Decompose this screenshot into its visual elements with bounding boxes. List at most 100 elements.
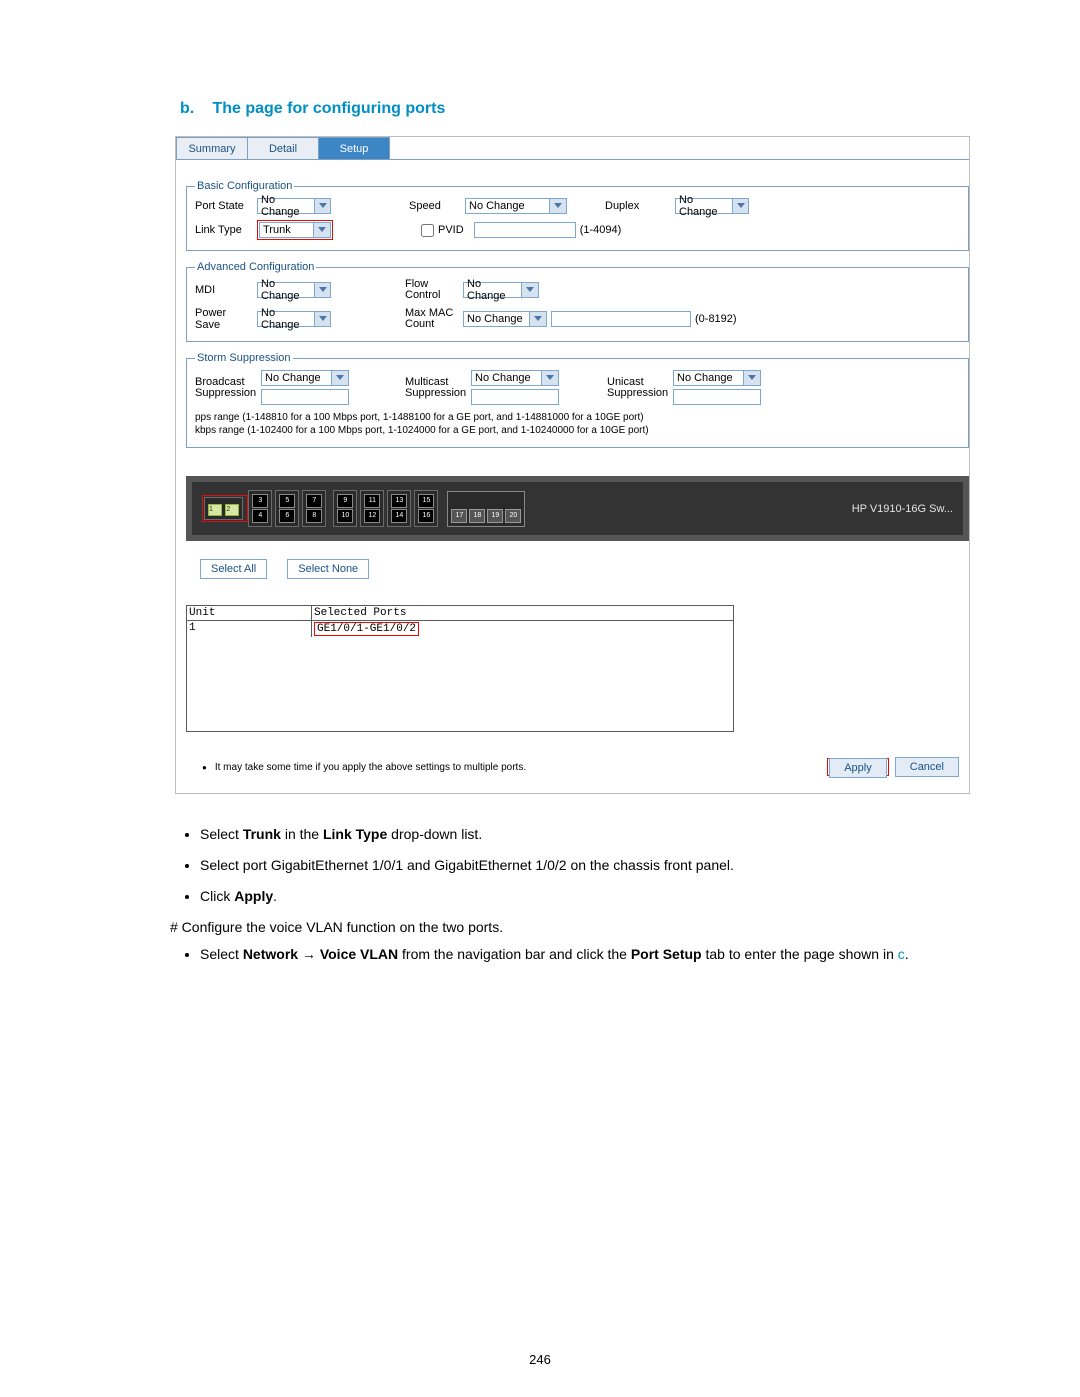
ui-screenshot: Summary Detail Setup Basic Configuration… <box>175 136 970 794</box>
chevron-down-icon <box>314 283 330 297</box>
power-label: Power Save <box>195 307 257 331</box>
mac-input[interactable] <box>551 311 691 327</box>
duplex-label: Duplex <box>605 200 649 212</box>
port-7[interactable]: 7 <box>306 494 322 508</box>
multicast-label: Multicast Suppression <box>405 377 471 399</box>
pvid-checkbox[interactable]: PVID <box>421 224 464 237</box>
chevron-down-icon <box>541 371 558 385</box>
apply-highlight: Apply <box>827 758 889 776</box>
port-12[interactable]: 12 <box>364 509 380 523</box>
port-13[interactable]: 13 <box>391 494 407 508</box>
port-state-label: Port State <box>195 200 257 212</box>
unit-value: 1 <box>187 621 312 637</box>
broadcast-input[interactable] <box>261 389 349 405</box>
selected-ports-header: Selected Ports <box>312 606 733 620</box>
selected-ports-cell: GE1/0/1-GE1/0/2 <box>312 621 733 637</box>
chassis-model: HP V1910-16G Sw... <box>852 503 953 515</box>
chevron-down-icon <box>529 312 546 326</box>
port-5[interactable]: 5 <box>279 494 295 508</box>
section-heading: b. The page for configuring ports <box>180 100 970 118</box>
flow-label: Flow Control <box>405 279 459 301</box>
select-all-button[interactable]: Select All <box>200 559 267 579</box>
chevron-down-icon <box>314 312 330 326</box>
chevron-down-icon <box>549 199 566 213</box>
apply-warning: It may take some time if you apply the a… <box>215 762 526 773</box>
port-14[interactable]: 14 <box>391 509 407 523</box>
unicast-label: Unicast Suppression <box>607 377 673 399</box>
basic-config-fieldset: Basic Configuration Port State No Change… <box>186 180 969 251</box>
broadcast-select[interactable]: No Change <box>261 370 349 386</box>
mac-hint: (0-8192) <box>695 313 741 325</box>
mac-label: Max MAC Count <box>405 308 459 330</box>
instruction-step-4: Select Network → Voice VLAN from the nav… <box>200 944 970 965</box>
speed-label: Speed <box>409 200 453 212</box>
port-20[interactable]: 20 <box>505 509 521 523</box>
port-9[interactable]: 9 <box>337 494 353 508</box>
chassis-panel: 1 2 34 56 78 <box>186 476 969 541</box>
instruction-step-1: Select Trunk in the Link Type drop-down … <box>200 824 970 845</box>
pvid-input[interactable] <box>474 222 576 238</box>
vlan-config-text: # Configure the voice VLAN function on t… <box>170 917 970 938</box>
port-1[interactable]: 1 <box>208 504 222 516</box>
pvid-checkbox-input[interactable] <box>421 224 434 237</box>
unicast-input[interactable] <box>673 389 761 405</box>
port-state-select[interactable]: No Change <box>257 198 331 214</box>
page-number: 246 <box>529 1352 551 1367</box>
flow-select[interactable]: No Change <box>463 282 539 298</box>
chevron-down-icon <box>732 199 748 213</box>
port-15[interactable]: 15 <box>418 494 434 508</box>
mdi-label: MDI <box>195 284 257 296</box>
apply-button[interactable]: Apply <box>829 758 887 778</box>
chevron-down-icon <box>313 223 330 237</box>
selected-ports-value: GE1/0/1-GE1/0/2 <box>314 622 419 636</box>
instruction-step-3: Click Apply. <box>200 886 970 907</box>
selected-ports-highlight: 1 2 <box>202 495 248 522</box>
heading-letter: b. <box>180 100 208 118</box>
port-18[interactable]: 18 <box>469 509 485 523</box>
port-17[interactable]: 17 <box>451 509 467 523</box>
select-none-button[interactable]: Select None <box>287 559 369 579</box>
storm-info2: kbps range (1-102400 for a 100 Mbps port… <box>195 424 960 437</box>
chevron-down-icon <box>314 199 330 213</box>
port-8[interactable]: 8 <box>306 509 322 523</box>
broadcast-label: Broadcast Suppression <box>195 377 261 399</box>
port-2[interactable]: 2 <box>225 504 239 516</box>
multicast-select[interactable]: No Change <box>471 370 559 386</box>
basic-legend: Basic Configuration <box>195 180 294 192</box>
unicast-select[interactable]: No Change <box>673 370 761 386</box>
advanced-legend: Advanced Configuration <box>195 261 316 273</box>
advanced-config-fieldset: Advanced Configuration MDI No Change Flo… <box>186 261 969 342</box>
storm-fieldset: Storm Suppression Broadcast Suppression … <box>186 352 969 448</box>
chevron-down-icon <box>521 283 538 297</box>
pvid-hint: (1-4094) <box>580 224 626 236</box>
tab-bar: Summary Detail Setup <box>176 137 969 160</box>
port-16[interactable]: 16 <box>418 509 434 523</box>
chevron-down-icon <box>331 371 348 385</box>
storm-legend: Storm Suppression <box>195 352 293 364</box>
multicast-input[interactable] <box>471 389 559 405</box>
link-type-select[interactable]: Trunk <box>259 222 331 238</box>
port-3[interactable]: 3 <box>252 494 268 508</box>
port-19[interactable]: 19 <box>487 509 503 523</box>
power-select[interactable]: No Change <box>257 311 331 327</box>
link-type-label: Link Type <box>195 224 257 236</box>
mdi-select[interactable]: No Change <box>257 282 331 298</box>
storm-info1: pps range (1-148810 for a 100 Mbps port,… <box>195 411 960 424</box>
port-6[interactable]: 6 <box>279 509 295 523</box>
speed-select[interactable]: No Change <box>465 198 567 214</box>
duplex-select[interactable]: No Change <box>675 198 749 214</box>
mac-select[interactable]: No Change <box>463 311 547 327</box>
chevron-down-icon <box>743 371 760 385</box>
heading-text: The page for configuring ports <box>212 100 445 117</box>
instruction-step-2: Select port GigabitEthernet 1/0/1 and Gi… <box>200 855 970 876</box>
tab-detail[interactable]: Detail <box>247 137 319 159</box>
port-10[interactable]: 10 <box>337 509 353 523</box>
tab-setup[interactable]: Setup <box>318 137 390 159</box>
unit-header: Unit <box>187 606 312 620</box>
tab-summary[interactable]: Summary <box>176 137 248 159</box>
cancel-button[interactable]: Cancel <box>895 757 959 777</box>
instruction-block: Select Trunk in the Link Type drop-down … <box>180 824 970 965</box>
selected-ports-table: Unit Selected Ports 1 GE1/0/1-GE1/0/2 <box>186 605 734 732</box>
port-11[interactable]: 11 <box>364 494 380 508</box>
port-4[interactable]: 4 <box>252 509 268 523</box>
